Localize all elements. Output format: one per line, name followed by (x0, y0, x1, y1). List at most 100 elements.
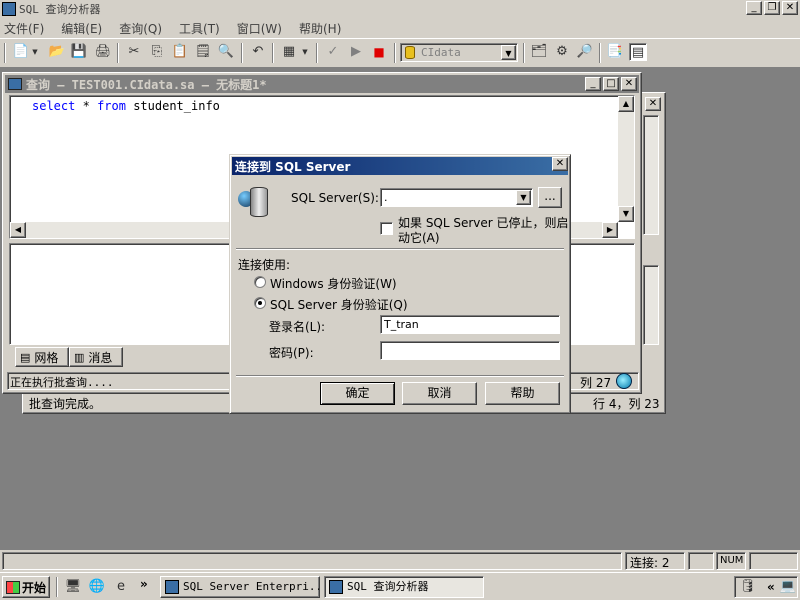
restore-button[interactable]: ❐ (764, 1, 780, 15)
quicklaunch-icon[interactable]: 🌐 (88, 578, 106, 596)
menu-query[interactable]: 查询(Q) (119, 20, 162, 37)
connections-count: 连接: 2 (630, 556, 670, 570)
divider (236, 375, 564, 377)
cancel-button[interactable]: 取消 (402, 382, 477, 405)
connect-using-label: 连接使用: (238, 258, 291, 272)
query-window-title-bar: 查询 — TEST001.CIdata.sa — 无标题1* _ □ ✕ (5, 75, 639, 93)
menu-bar: 文件(F) 编辑(E) 查询(Q) 工具(T) 窗口(W) 帮助(H) (0, 18, 800, 38)
database-select-value: CIdata (421, 46, 461, 59)
server-value: . (384, 191, 388, 204)
sql-auth-label: SQL Server 身份验证(Q) (270, 298, 408, 312)
task-enterprise-manager[interactable]: SQL Server Enterpri... (160, 576, 320, 598)
sql-keyword-select: select (32, 99, 76, 113)
paste-icon[interactable]: 📋 (171, 43, 189, 61)
properties-icon[interactable]: 📑 (606, 43, 624, 61)
scroll-up-icon[interactable]: ▲ (618, 96, 634, 112)
scroll-right-icon[interactable]: ▶ (602, 222, 618, 238)
minimize-button[interactable]: _ (746, 1, 762, 15)
browse-button[interactable]: ... (538, 187, 562, 208)
autostart-checkbox[interactable] (380, 222, 393, 235)
sql-operator: * (82, 99, 90, 113)
task-enterprise-manager-label: SQL Server Enterpri... (183, 580, 320, 593)
database-icon (405, 46, 415, 59)
back-window-vscroll-2[interactable] (643, 265, 659, 345)
tray-monitor-icon[interactable]: 💻 (779, 578, 797, 596)
login-input[interactable]: T_tran (380, 315, 560, 334)
toolbar-grip (4, 43, 6, 63)
parse-icon[interactable]: ✓ (324, 43, 342, 61)
show-desktop-icon[interactable]: 🖥 (64, 578, 82, 596)
close-button[interactable]: ✕ (782, 1, 798, 15)
server-label: SQL Server(S): (291, 191, 379, 205)
clear-icon[interactable]: 🗒 (194, 43, 212, 61)
database-select[interactable]: CIdata ▼ (400, 43, 518, 62)
copy-icon[interactable]: ⎘ (148, 43, 166, 61)
show-results-icon[interactable]: ▤ (629, 43, 647, 61)
status-panel-num: NUM (716, 552, 746, 570)
taskbar-separator (56, 577, 58, 597)
dialog-title-bar: 连接到 SQL Server (232, 157, 568, 175)
save-icon[interactable]: 💾 (70, 43, 88, 61)
dialog-close-button[interactable]: ✕ (552, 157, 568, 171)
show-plan-icon[interactable]: ⚙ (553, 43, 571, 61)
login-label: 登录名(L): (269, 320, 326, 334)
new-dropdown-icon[interactable]: ▼ (30, 43, 40, 61)
menu-window[interactable]: 窗口(W) (237, 20, 282, 37)
query-window-title: 查询 — TEST001.CIdata.sa — 无标题1* (26, 77, 267, 92)
open-icon[interactable]: 📂 (48, 43, 66, 61)
ok-button[interactable]: 确定 (320, 382, 395, 405)
back-window-close-button[interactable]: ✕ (645, 97, 661, 111)
new-query-icon[interactable]: 📄 (12, 43, 30, 61)
divider (236, 248, 564, 250)
query-position: 列 27 (580, 376, 612, 390)
start-button[interactable]: 开始 (2, 576, 50, 598)
app-status-bar: 连接: 2 NUM (0, 550, 800, 572)
print-icon[interactable]: 🖨 (94, 43, 112, 61)
query-minimize-button[interactable]: _ (585, 77, 601, 91)
object-browser-icon[interactable]: 🗂 (530, 43, 548, 61)
password-input[interactable] (380, 341, 560, 360)
results-grid-icon[interactable]: ▦ (280, 43, 298, 61)
results-dropdown-icon[interactable]: ▼ (300, 43, 310, 61)
server-combobox[interactable]: . ▼ (380, 188, 533, 207)
sql-auth-radio[interactable] (254, 297, 266, 309)
taskbar: 开始 🖥 🌐 e » SQL Server Enterpri... SQL 查询… (0, 572, 800, 600)
scroll-left-icon[interactable]: ◀ (10, 222, 26, 238)
task-query-analyzer[interactable]: SQL 查询分析器 (324, 576, 484, 598)
messages-icon: ▥ (74, 350, 85, 364)
query-maximize-button[interactable]: □ (603, 77, 619, 91)
quicklaunch-more[interactable]: » (140, 577, 148, 591)
menu-file[interactable]: 文件(F) (4, 20, 44, 37)
undo-icon[interactable]: ↶ (249, 43, 267, 61)
windows-auth-label: Windows 身份验证(W) (270, 277, 397, 291)
query-window-icon (8, 78, 22, 90)
help-button[interactable]: 帮助 (485, 382, 560, 405)
status-panel-main (2, 552, 622, 570)
tray-expand-button[interactable]: « (767, 580, 775, 594)
toolbar-separator (117, 43, 119, 63)
object-search-icon[interactable]: 🔎 (576, 43, 594, 61)
menu-tools[interactable]: 工具(T) (179, 20, 220, 37)
menu-edit[interactable]: 编辑(E) (61, 20, 102, 37)
menu-help[interactable]: 帮助(H) (299, 20, 341, 37)
windows-auth-radio[interactable] (254, 276, 266, 288)
tab-grid[interactable]: ▤ 网格 (15, 347, 69, 367)
tray-service-icon[interactable]: 🛢 (739, 578, 757, 596)
find-icon[interactable]: 🔍 (217, 43, 235, 61)
num-lock-indicator: NUM (720, 555, 744, 566)
ie-icon[interactable]: e (112, 578, 130, 596)
query-text[interactable]: select * from student_info (32, 99, 220, 113)
editor-vscroll[interactable]: ▲ ▼ (618, 96, 634, 222)
back-window-vscroll[interactable] (643, 115, 659, 235)
query-close-button[interactable]: ✕ (621, 77, 637, 91)
status-panel-connections: 连接: 2 (625, 552, 685, 570)
task-query-analyzer-label: SQL 查询分析器 (347, 580, 429, 593)
stop-icon[interactable]: ■ (370, 43, 388, 61)
scroll-down-icon[interactable]: ▼ (618, 206, 634, 222)
chevron-down-icon[interactable]: ▼ (501, 45, 516, 60)
execute-icon[interactable]: ▶ (347, 43, 365, 61)
app-icon (2, 2, 16, 16)
tab-messages[interactable]: ▥ 消息 (69, 347, 123, 367)
cut-icon[interactable]: ✂ (125, 43, 143, 61)
chevron-down-icon[interactable]: ▼ (516, 190, 531, 205)
